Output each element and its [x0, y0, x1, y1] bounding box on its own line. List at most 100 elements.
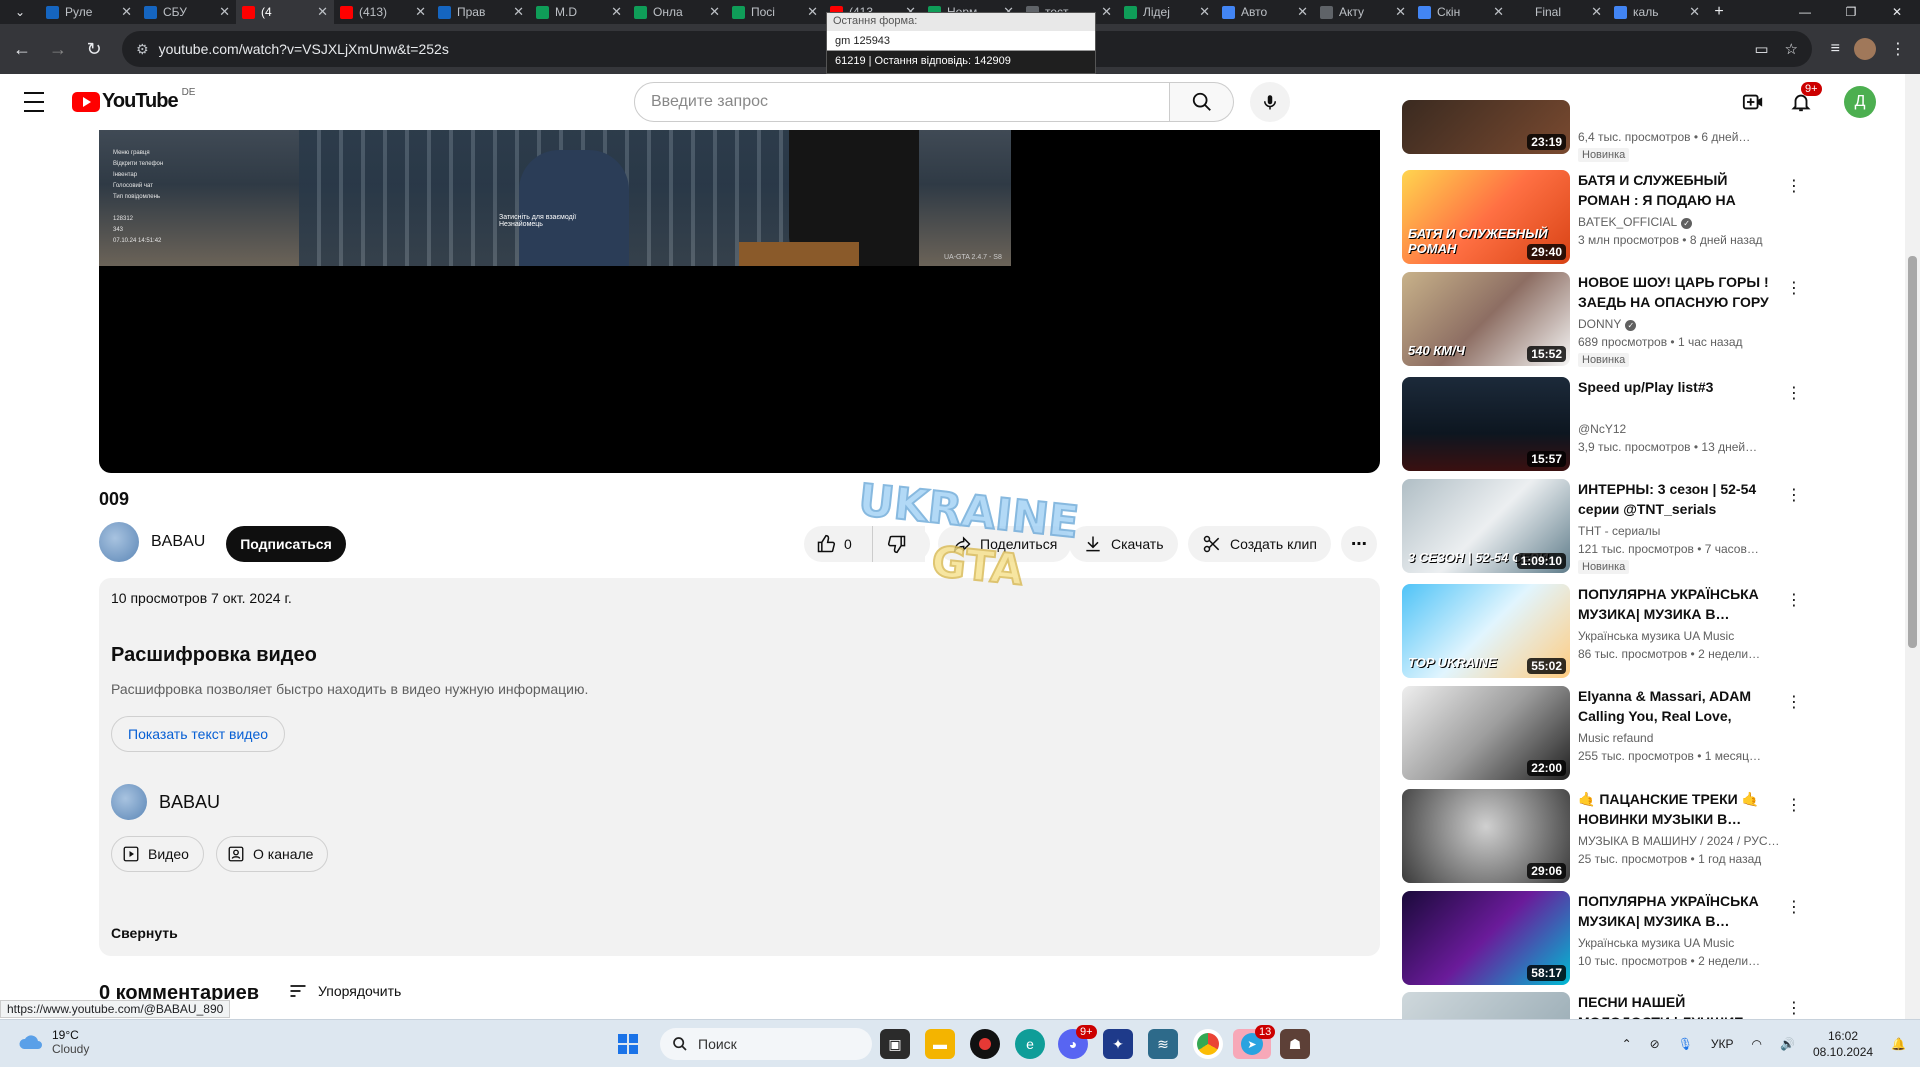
game-launcher-icon[interactable]: ☗: [1280, 1029, 1310, 1059]
reload-button[interactable]: ↻: [76, 31, 112, 67]
tab-close-icon[interactable]: ✕: [1493, 4, 1504, 20]
taskbar-search[interactable]: Поиск: [660, 1028, 872, 1060]
browser-tab[interactable]: Авто ✕: [1216, 0, 1314, 24]
recommended-video[interactable]: 3 СЕЗОН | 52-54 СЕРИ 1:09:10 ИНТЕРНЫ: 3 се…: [1402, 479, 1802, 575]
video-channel[interactable]: @NcY12: [1578, 422, 1626, 436]
recommended-video[interactable]: 58:17 ПОПУЛЯРНА УКРАЇНСЬКА МУЗИКА| МУЗИКА…: [1402, 891, 1802, 987]
collapse-description-button[interactable]: Свернуть: [111, 925, 178, 941]
video-thumbnail[interactable]: 540 КМ/Ч 15:52: [1402, 272, 1570, 366]
video-title[interactable]: НОВОЕ ШОУ! ЦАРЬ ГОРЫ ! ЗАЕДЬ НА ОПАСНУЮ …: [1578, 272, 1778, 312]
telegram-icon[interactable]: ➤ 13: [1233, 1025, 1276, 1059]
tab-close-icon[interactable]: ✕: [121, 4, 132, 20]
language-indicator[interactable]: УКР: [1711, 1037, 1734, 1051]
tab-close-icon[interactable]: ✕: [1591, 4, 1602, 20]
more-options-icon[interactable]: ⋮: [1786, 176, 1802, 196]
recommended-video[interactable]: TOP UKRAINE 55:02 ПОПУЛЯРНА УКРАЇНСЬКА МУЗ…: [1402, 584, 1802, 680]
microphone-icon[interactable]: 🎙: [1678, 1037, 1693, 1051]
bookmark-star-icon[interactable]: ☆: [1785, 40, 1798, 58]
edge-browser-icon[interactable]: e: [1015, 1029, 1045, 1059]
back-button[interactable]: ←: [4, 31, 40, 67]
more-options-icon[interactable]: ⋮: [1786, 795, 1802, 815]
tab-close-icon[interactable]: ✕: [415, 4, 426, 20]
tab-close-icon[interactable]: ✕: [1395, 4, 1406, 20]
video-channel[interactable]: ТНТ - сериалы: [1578, 524, 1660, 538]
video-title[interactable]: БАТЯ И СЛУЖЕБНЫЙ РОМАН : Я ПОДАЮ НА РАЗВ…: [1578, 170, 1778, 210]
weather-widget[interactable]: 19°C Cloudy: [18, 1028, 89, 1056]
recommended-video[interactable]: 22:00 Elyanna & Massari, ADAM Calling You…: [1402, 686, 1802, 782]
more-options-icon[interactable]: ⋮: [1786, 692, 1802, 712]
browser-tab[interactable]: Скін ✕: [1412, 0, 1510, 24]
sort-comments-button[interactable]: Упорядочить: [288, 981, 401, 1001]
more-options-icon[interactable]: ⋮: [1786, 897, 1802, 917]
maximize-button[interactable]: ❐: [1828, 0, 1874, 24]
notification-bell-icon[interactable]: 🔔: [1891, 1037, 1906, 1051]
browser-tab[interactable]: Посі ✕: [726, 0, 824, 24]
browser-tab[interactable]: Онла ✕: [628, 0, 726, 24]
video-title[interactable]: ИНТЕРНЫ: 3 сезон | 52-54 серии @TNT_seri…: [1578, 479, 1778, 519]
media-controls-icon[interactable]: ≡: [1831, 40, 1840, 58]
channel-avatar[interactable]: [99, 522, 139, 562]
voice-search-button[interactable]: [1250, 82, 1290, 122]
description-channel-avatar[interactable]: [111, 784, 147, 820]
video-thumbnail[interactable]: 3 СЕЗОН | 52-54 СЕРИ 1:09:10: [1402, 479, 1570, 573]
video-channel[interactable]: Українська музика UA Music: [1578, 936, 1734, 950]
show-transcript-button[interactable]: Показать текст видео: [111, 716, 286, 752]
more-options-icon[interactable]: ⋮: [1786, 278, 1802, 298]
video-channel[interactable]: Music refaund: [1578, 731, 1653, 745]
tab-search-button[interactable]: ⌄: [0, 0, 40, 24]
recorder-icon[interactable]: [970, 1029, 1000, 1059]
minimize-button[interactable]: —: [1782, 0, 1828, 24]
forward-button[interactable]: →: [40, 31, 76, 67]
video-thumbnail[interactable]: БАТЯ И СЛУЖЕБНЫЙ РОМАН 29:40: [1402, 170, 1570, 264]
browser-tab[interactable]: (413) ✕: [334, 0, 432, 24]
video-thumbnail[interactable]: 29:06: [1402, 789, 1570, 883]
description-channel-name[interactable]: BABAU: [159, 792, 220, 813]
recommended-video[interactable]: 29:06 🤙 ПАЦАНСКИЕ ТРЕКИ 🤙 НОВИНКИ МУЗЫКИ …: [1402, 789, 1802, 885]
video-channel[interactable]: DONNY ✓: [1578, 317, 1637, 331]
channel-name[interactable]: BABAU: [151, 533, 205, 551]
clip-button[interactable]: Создать клип: [1188, 526, 1331, 562]
more-options-icon[interactable]: ⋮: [1786, 485, 1802, 505]
profile-avatar[interactable]: [1854, 38, 1876, 60]
subscribe-button[interactable]: Подписаться: [226, 526, 346, 562]
recommended-video[interactable]: 540 КМ/Ч 15:52 НОВОЕ ШОУ! ЦАРЬ ГОРЫ ! ЗАЕД…: [1402, 272, 1802, 368]
browser-tab[interactable]: каль ✕: [1608, 0, 1706, 24]
more-options-icon[interactable]: ⋮: [1786, 998, 1802, 1018]
tab-close-icon[interactable]: ✕: [611, 4, 622, 20]
chrome-icon[interactable]: [1193, 1029, 1223, 1059]
notifications-button[interactable]: 9+: [1781, 82, 1822, 122]
tab-close-icon[interactable]: ✕: [317, 4, 328, 20]
account-button[interactable]: Д: [1840, 82, 1880, 122]
network-off-icon[interactable]: ⊘: [1650, 1037, 1660, 1051]
start-button[interactable]: [613, 1029, 643, 1059]
tab-close-icon[interactable]: ✕: [1101, 4, 1112, 20]
video-thumbnail[interactable]: 22:00: [1402, 686, 1570, 780]
app-icon-1[interactable]: ✦: [1103, 1029, 1133, 1059]
scrollbar-thumb[interactable]: [1908, 256, 1917, 648]
video-thumbnail[interactable]: TOP UKRAINE 55:02: [1402, 584, 1570, 678]
video-channel[interactable]: МУЗЫКА В МАШИНУ / 2024 / РУС…: [1578, 834, 1780, 848]
recommended-video[interactable]: 15:57 Speed up/Play list#3 @NcY12 3,9 тыс. …: [1402, 377, 1802, 473]
browser-tab[interactable]: Прав ✕: [432, 0, 530, 24]
browser-tab[interactable]: СБУ ✕: [138, 0, 236, 24]
tab-close-icon[interactable]: ✕: [219, 4, 230, 20]
tab-close-icon[interactable]: ✕: [1689, 4, 1700, 20]
tab-close-icon[interactable]: ✕: [513, 4, 524, 20]
video-channel[interactable]: Українська музика UA Music: [1578, 629, 1734, 643]
more-actions-button[interactable]: ⋯: [1341, 526, 1377, 562]
new-tab-button[interactable]: +: [1706, 3, 1732, 21]
browser-tab[interactable]: Акту ✕: [1314, 0, 1412, 24]
create-button[interactable]: [1733, 82, 1773, 122]
tab-close-icon[interactable]: ✕: [807, 4, 818, 20]
recommended-video[interactable]: БАТЯ И СЛУЖЕБНЫЙ РОМАН 29:40 БАТЯ И СЛУЖЕБ…: [1402, 170, 1802, 266]
browser-tab[interactable]: Final ✕: [1510, 0, 1608, 24]
video-thumbnail[interactable]: 23:19: [1402, 100, 1570, 154]
video-title[interactable]: Speed up/Play list#3: [1578, 377, 1778, 397]
volume-icon[interactable]: 🔊: [1780, 1037, 1795, 1051]
task-view-icon[interactable]: ▣: [880, 1029, 910, 1059]
video-thumbnail[interactable]: 15:57: [1402, 377, 1570, 471]
youtube-logo[interactable]: YouTube DE: [72, 87, 195, 113]
channel-about-button[interactable]: О канале: [216, 836, 329, 872]
search-input[interactable]: Введите запрос: [634, 82, 1170, 122]
more-options-icon[interactable]: ⋮: [1786, 383, 1802, 403]
